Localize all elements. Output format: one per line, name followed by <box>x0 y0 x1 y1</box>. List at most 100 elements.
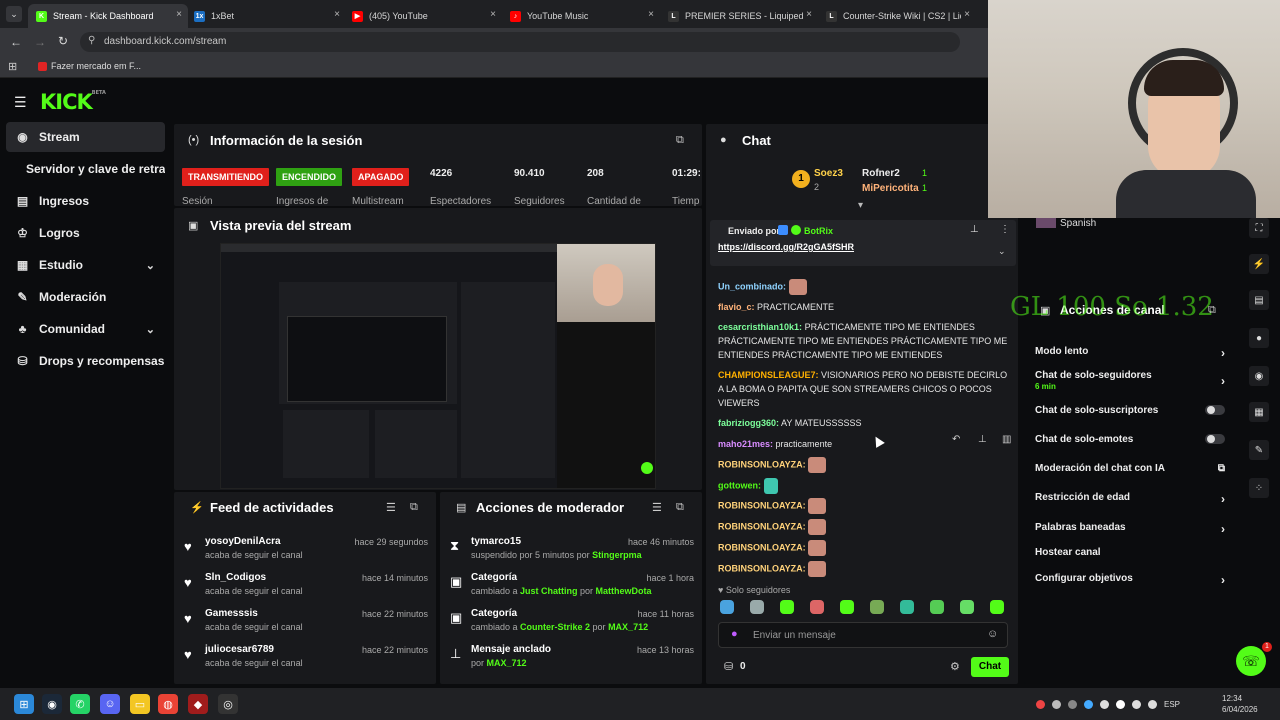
chat-message[interactable]: CHAMPIONSLEAGUE7: VISIONARIOS PERO NO DE… <box>718 368 1008 410</box>
tab-search-icon[interactable]: ⌄ <box>6 6 22 22</box>
tray-icon[interactable] <box>1036 700 1045 709</box>
url-field[interactable]: ⚲ dashboard.kick.com/stream <box>80 32 960 52</box>
chat-input[interactable]: ● Enviar un mensaje ☺ <box>718 622 1008 648</box>
follower-name[interactable]: Sln_Codigos <box>205 572 266 583</box>
clock-date[interactable]: 6/04/2026 <box>1222 705 1258 714</box>
sidebar-item[interactable]: ✎ Moderación <box>6 282 165 312</box>
broadcast-icon[interactable]: ◉ <box>1249 366 1269 386</box>
emote-picker-icon[interactable] <box>930 600 944 614</box>
emote-picker-icon[interactable] <box>960 600 974 614</box>
chevron-right-icon[interactable]: › <box>1221 374 1225 388</box>
popout-icon[interactable]: ⧉ <box>676 134 684 147</box>
emote-picker-icon[interactable] <box>900 600 914 614</box>
layout-icon[interactable]: ▦ <box>1249 402 1269 422</box>
emote-picker-icon[interactable] <box>810 600 824 614</box>
moderator-link[interactable]: Stingerpma <box>592 550 642 560</box>
tray-icon[interactable] <box>1068 700 1077 709</box>
forward-icon[interactable]: → <box>34 35 46 49</box>
tray-lang[interactable]: ESP <box>1164 700 1180 709</box>
mod-action-item[interactable]: ▣ Categoría cambiado a Just Chatting por M… <box>450 572 694 604</box>
tray-icon[interactable] <box>1132 700 1141 709</box>
chat-settings-icon[interactable]: ⚙ <box>950 660 960 673</box>
emote-picker-icon[interactable] <box>750 600 764 614</box>
emote-picker-icon[interactable] <box>870 600 884 614</box>
channel-action-item[interactable]: Chat de solo-suscriptores <box>1035 405 1225 423</box>
dota-icon[interactable]: ◆ <box>188 694 208 714</box>
pin-message-icon[interactable]: ⊥ <box>978 434 987 445</box>
tray-icon[interactable] <box>1148 700 1157 709</box>
tab-close-icon[interactable]: × <box>964 9 970 20</box>
chrome-icon[interactable]: ◍ <box>158 694 178 714</box>
document-icon[interactable]: ▤ <box>1249 290 1269 310</box>
clock-time[interactable]: 12:34 <box>1222 694 1242 703</box>
tab-close-icon[interactable]: × <box>490 9 496 20</box>
bookmark-item[interactable]: Fazer mercado em F... <box>38 61 141 72</box>
emote-picker-icon[interactable] <box>990 600 1004 614</box>
feed-item[interactable]: ♥ Sln_Codigos acaba de seguir el canal hace… <box>184 572 428 604</box>
external-link-icon[interactable]: ⧉ <box>1218 463 1225 474</box>
emoji-icon[interactable]: ☺ <box>987 628 998 640</box>
chat-message[interactable]: ROBINSONLOAYZA: <box>718 457 1008 473</box>
chat-username[interactable]: fabriziogg360: <box>718 418 779 428</box>
wrench-icon[interactable]: ✎ <box>1249 440 1269 460</box>
whatsapp-icon[interactable]: ✆ <box>70 694 90 714</box>
mic-icon[interactable]: ● <box>731 628 738 640</box>
actions-popout-icon[interactable]: ⧉ <box>1208 304 1216 317</box>
back-icon[interactable]: ← <box>10 35 22 49</box>
chat-username[interactable]: ROBINSONLOAYZA: <box>718 500 806 510</box>
tray-icon[interactable] <box>1100 700 1109 709</box>
sidebar-item[interactable]: ♣ Comunidad ⌄ <box>6 314 165 344</box>
emote-picker-icon[interactable] <box>780 600 794 614</box>
chevron-down-icon[interactable]: ⌄ <box>146 323 155 336</box>
browser-tab[interactable]: L PREMIER SERIES - Liquipedia D× <box>660 4 818 28</box>
chat-message[interactable]: gottowen: <box>718 478 1008 494</box>
mod-action-item[interactable]: ⊥ Mensaje anclado por MAX_712 hace 13 horas <box>450 644 694 676</box>
sidebar-item[interactable]: ⛁ Drops y recompensas <box>6 346 165 376</box>
follower-name[interactable]: Gamesssis <box>205 608 258 619</box>
browser-tab[interactable]: ▶ (405) YouTube × <box>344 4 502 28</box>
channel-action-item[interactable]: Palabras baneadas › <box>1035 522 1225 540</box>
hamburger-menu-icon[interactable]: ☰ <box>14 94 27 111</box>
steam-icon[interactable]: ◉ <box>42 694 62 714</box>
emote-picker-icon[interactable] <box>840 600 854 614</box>
filter-icon[interactable]: ☰ <box>386 501 396 514</box>
channel-points-icon[interactable]: ⛁ <box>724 660 733 673</box>
collapse-pinned-icon[interactable]: ⌄ <box>998 246 1006 257</box>
toggle-switch[interactable] <box>1205 405 1225 415</box>
chevron-right-icon[interactable]: › <box>1221 346 1225 360</box>
tray-icon[interactable] <box>1084 700 1093 709</box>
tab-close-icon[interactable]: × <box>334 9 340 20</box>
toggle-switch[interactable] <box>1205 434 1225 444</box>
reload-icon[interactable]: ↻ <box>58 34 68 48</box>
chat-username[interactable]: flavio_c: <box>718 302 755 312</box>
help-button[interactable]: ☏ <box>1236 646 1266 676</box>
pin-icon[interactable]: ⊥ <box>970 224 979 235</box>
tab-close-icon[interactable]: × <box>648 9 654 20</box>
leader-3-name[interactable]: MiPericotita <box>862 183 919 194</box>
chat-username[interactable]: ROBINSONLOAYZA: <box>718 521 806 531</box>
chat-username[interactable]: CHAMPIONSLEAGUE7: <box>718 370 819 380</box>
leader-1-name[interactable]: Soez3 <box>814 168 843 179</box>
delete-icon[interactable]: ▥ <box>1002 434 1011 445</box>
chat-username[interactable]: Un_combinado: <box>718 281 786 291</box>
chat-message[interactable]: ROBINSONLOAYZA: <box>718 498 1008 514</box>
file-explorer-icon[interactable]: ▭ <box>130 694 150 714</box>
mod-category-link[interactable]: Counter-Strike 2 <box>520 622 590 632</box>
stream-preview-video[interactable] <box>220 243 656 489</box>
fullscreen-icon[interactable]: ⛶ <box>1249 218 1269 238</box>
chat-username[interactable]: maho21mes: <box>718 439 773 449</box>
tray-icon[interactable] <box>1052 700 1061 709</box>
channel-action-item[interactable]: Moderación del chat con IA ⧉ <box>1035 463 1225 481</box>
channel-action-item[interactable]: Configurar objetivos › <box>1035 573 1225 591</box>
channel-action-item[interactable]: Chat de solo-seguidores 6 min › <box>1035 370 1225 391</box>
app-icon[interactable]: ◎ <box>218 694 238 714</box>
browser-tab[interactable]: L Counter-Strike Wiki | CS2 | Liqu × <box>818 4 976 28</box>
feed-item[interactable]: ♥ yosoyDenilAcra acaba de seguir el canal h… <box>184 536 428 568</box>
more-icon[interactable]: ⁘ <box>1249 478 1269 498</box>
follower-name[interactable]: juliocesar6789 <box>205 644 274 655</box>
bolt-icon[interactable]: ⚡ <box>1249 254 1269 274</box>
moderator-link[interactable]: MatthewDota <box>596 586 652 596</box>
windows-start-icon[interactable]: ⊞ <box>14 694 34 714</box>
channel-action-item[interactable]: Modo lento › <box>1035 346 1225 364</box>
tab-close-icon[interactable]: × <box>176 9 182 20</box>
